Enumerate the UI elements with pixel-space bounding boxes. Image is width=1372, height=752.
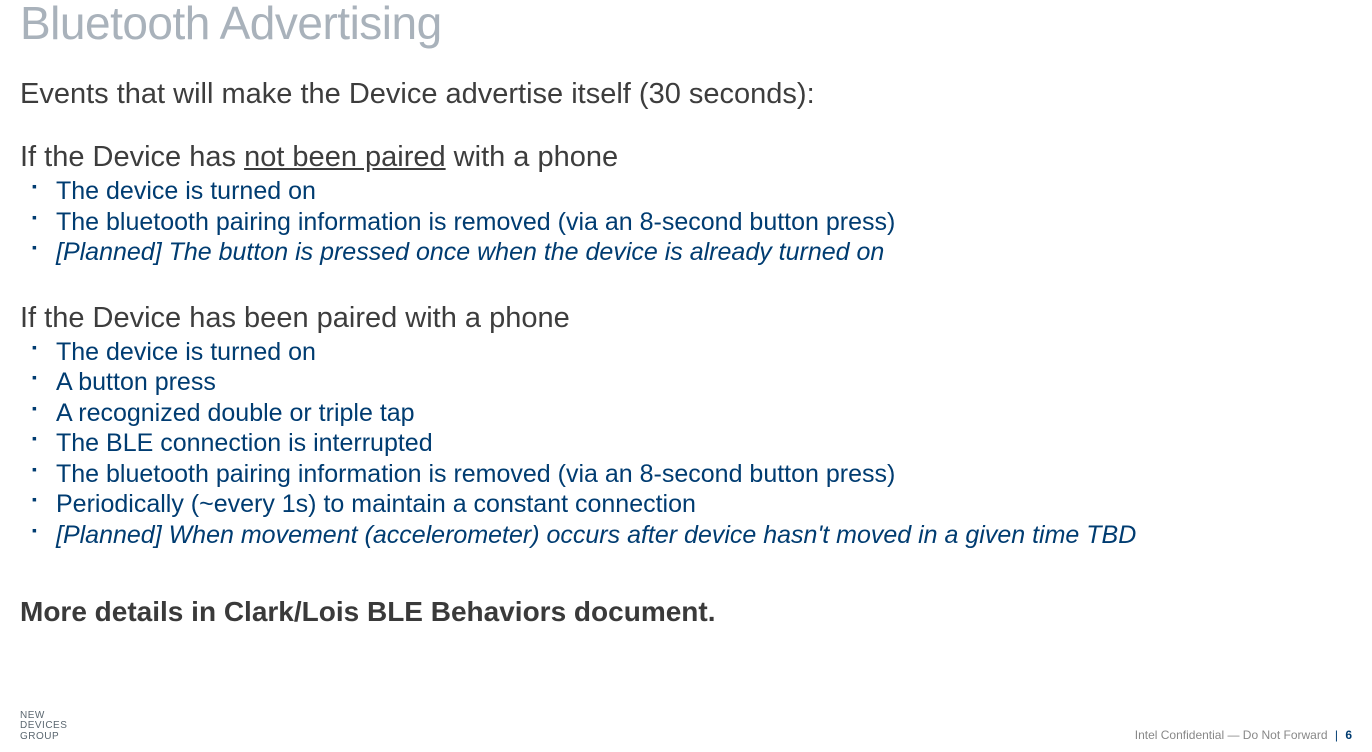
section2-list: The device is turned on A button press A… (20, 337, 1352, 551)
footer-separator: | (1335, 728, 1338, 742)
reference-line: More details in Clark/Lois BLE Behaviors… (20, 596, 1352, 628)
list-item: The device is turned on (56, 176, 1352, 207)
footer-brand: NEW DEVICES GROUP (20, 711, 67, 743)
section1-heading-underline: not been paired (244, 141, 446, 173)
section1-heading: If the Device has not been paired with a… (20, 141, 1352, 174)
list-item: The BLE connection is interrupted (56, 428, 1352, 459)
section1-heading-post: with a phone (446, 141, 619, 173)
section1-list: The device is turned on The bluetooth pa… (20, 176, 1352, 268)
footer: NEW DEVICES GROUP Intel Confidential — D… (20, 711, 1352, 743)
footer-brand-line: GROUP (20, 732, 67, 743)
footer-meta: Intel Confidential — Do Not Forward | 6 (1135, 728, 1352, 742)
intro-line: Events that will make the Device adverti… (20, 78, 1352, 111)
list-item: The device is turned on (56, 337, 1352, 368)
list-item-planned: [Planned] The button is pressed once whe… (56, 237, 1352, 268)
list-item: The bluetooth pairing information is rem… (56, 207, 1352, 238)
footer-page-number: 6 (1345, 728, 1352, 742)
list-item: A recognized double or triple tap (56, 398, 1352, 429)
footer-confidential: Intel Confidential — Do Not Forward (1135, 728, 1328, 742)
section1-heading-pre: If the Device has (20, 141, 244, 173)
slide: Bluetooth Advertising Events that will m… (0, 0, 1372, 748)
footer-brand-line: DEVICES (20, 721, 67, 732)
list-item-planned: [Planned] When movement (accelerometer) … (56, 520, 1352, 551)
section2-heading: If the Device has been paired with a pho… (20, 302, 1352, 335)
list-item: A button press (56, 367, 1352, 398)
slide-title: Bluetooth Advertising (20, 0, 1352, 50)
list-item: Periodically (~every 1s) to maintain a c… (56, 489, 1352, 520)
list-item: The bluetooth pairing information is rem… (56, 459, 1352, 490)
